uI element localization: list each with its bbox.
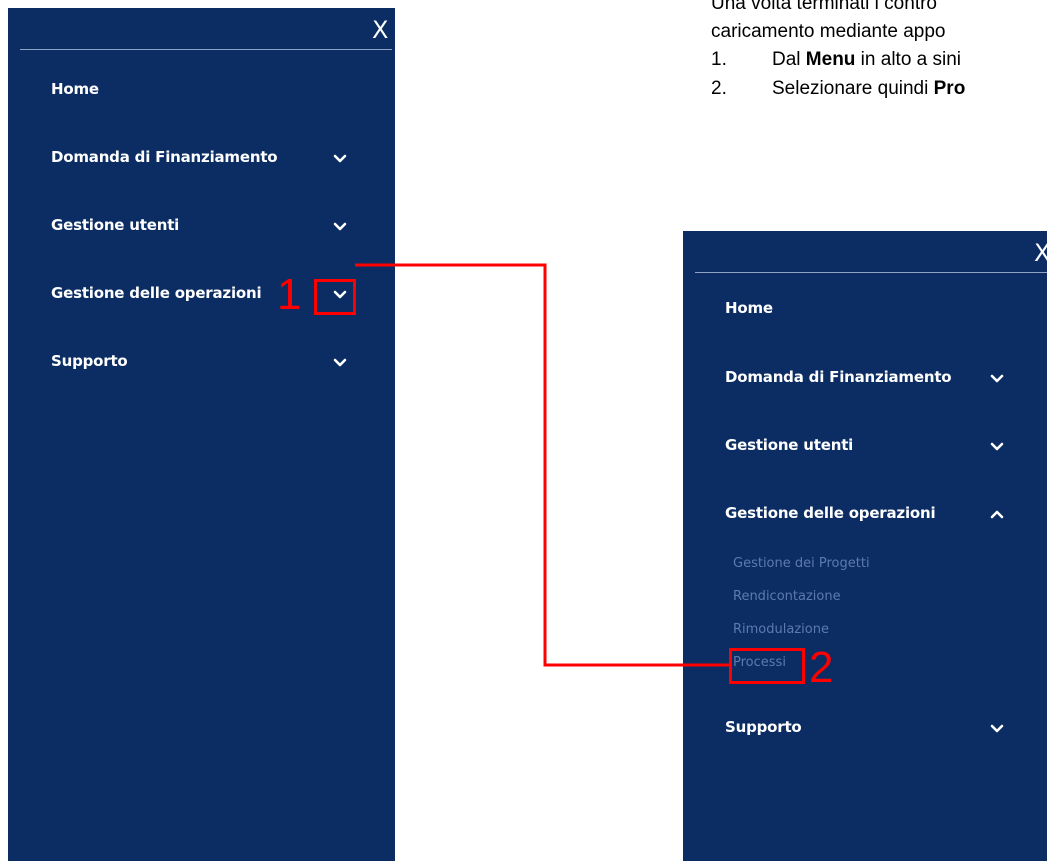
step-1-bold: Menu [805,49,856,70]
menu-item-gestione-operazioni[interactable]: Gestione delle operazioni [725,504,936,522]
step-1-prefix: Dal [772,49,806,70]
menu-item-gestione-operazioni[interactable]: Gestione delle operazioni [51,284,262,302]
doc-line-2: caricamento mediante appo [711,21,946,42]
menu-item-domanda-finanziamento[interactable]: Domanda di Finanziamento [725,368,952,386]
annotation-number-2: 2 [809,643,834,692]
menu-item-domanda-finanziamento[interactable]: Domanda di Finanziamento [51,148,278,166]
step-1-suffix: in alto a sini [855,49,962,70]
chevron-down-icon[interactable] [990,440,1004,454]
menu-item-gestione-utenti[interactable]: Gestione utenti [51,216,179,234]
step-1-number: 1. [711,49,727,70]
submenu-item-rendicontazione[interactable]: Rendicontazione [733,589,841,604]
menu-item-home[interactable]: Home [51,80,99,98]
doc-step-1: 1. Dal Menu in alto a sini [711,46,961,73]
submenu-item-rimodulazione[interactable]: Rimodulazione [733,622,829,637]
chevron-down-icon[interactable] [333,220,347,234]
doc-line-1: Una volta terminati i contro [711,0,937,14]
chevron-down-icon[interactable] [333,152,347,166]
step-2-bold: Pro [933,78,966,99]
annotation-box-1 [314,279,356,315]
menu-divider [695,272,1047,273]
document-text: Una volta terminati i contro caricamento… [711,0,1047,120]
close-menu-button[interactable]: X [1034,241,1047,265]
menu-item-home[interactable]: Home [725,299,773,317]
menu-item-supporto[interactable]: Supporto [725,718,802,736]
menu-divider [20,49,392,50]
annotation-number-1: 1 [277,270,302,319]
close-menu-button[interactable]: X [372,18,388,42]
doc-step-2: 2. Selezionare quindi Pro [711,75,965,102]
step-2-number: 2. [711,78,727,99]
step-2-prefix: Selezionare quindi [772,78,934,99]
chevron-down-icon[interactable] [333,356,347,370]
chevron-down-icon[interactable] [990,722,1004,736]
submenu-item-gestione-progetti[interactable]: Gestione dei Progetti [733,556,870,571]
chevron-up-icon[interactable] [990,507,1004,521]
right-menu-panel: X Home Domanda di Finanziamento Gestione… [683,231,1047,861]
menu-item-supporto[interactable]: Supporto [51,352,128,370]
left-menu-panel: X Home Domanda di Finanziamento Gestione… [8,8,395,861]
annotation-box-2 [729,648,805,684]
chevron-down-icon[interactable] [990,372,1004,386]
menu-item-gestione-utenti[interactable]: Gestione utenti [725,436,853,454]
